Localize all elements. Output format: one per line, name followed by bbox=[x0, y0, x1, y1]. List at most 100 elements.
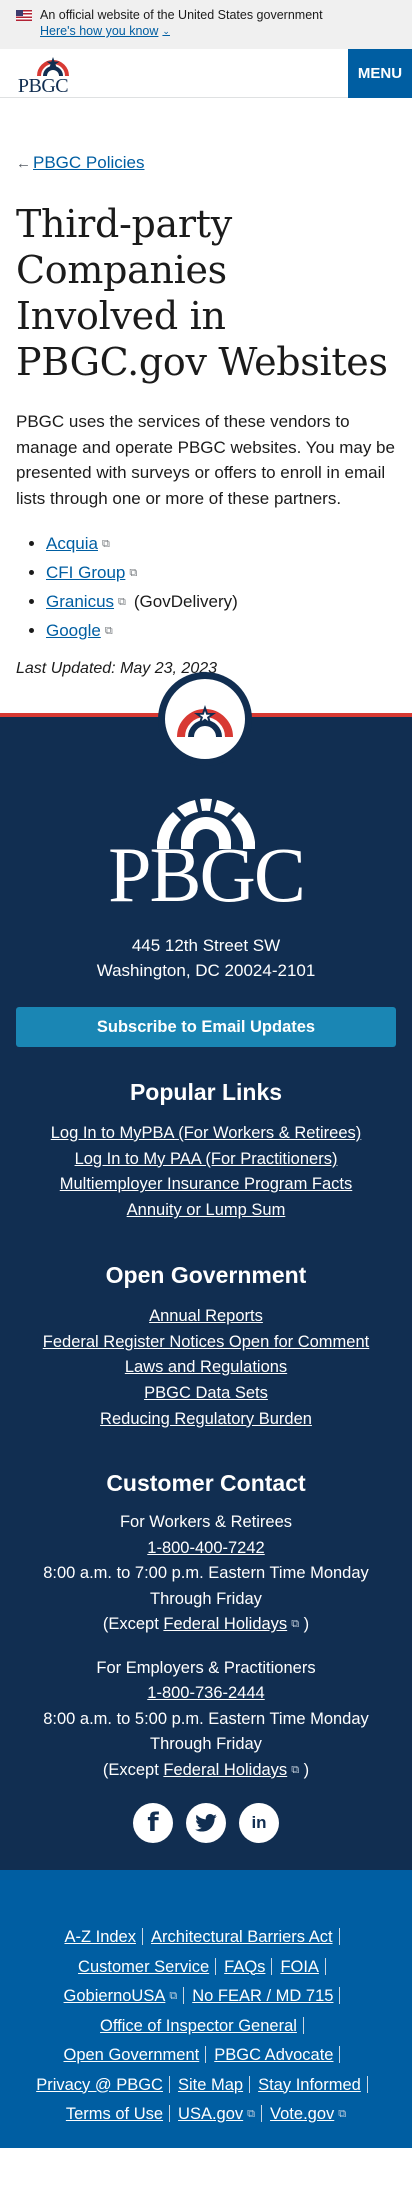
contact-hours: 8:00 a.m. to 5:00 p.m. Eastern Time Mond… bbox=[43, 1709, 369, 1754]
customer-contact-heading: Customer Contact bbox=[106, 1470, 306, 1497]
popular-link-mypaa[interactable]: Log In to My PAA (For Practitioners) bbox=[0, 1147, 412, 1173]
contact-audience: For Employers & Practitioners bbox=[96, 1658, 316, 1677]
how-you-know-label: Here's how you know bbox=[40, 24, 159, 38]
vendor-link-acquia[interactable]: Acquia bbox=[46, 534, 98, 553]
open-government-list: Annual Reports Federal Register Notices … bbox=[0, 1304, 412, 1433]
phone-link-employers[interactable]: 1-800-736-2444 bbox=[147, 1684, 264, 1702]
external-link-icon: ⧉ bbox=[129, 567, 138, 579]
pbgc-advocate-link[interactable]: PBGC Advocate bbox=[214, 2046, 333, 2064]
external-link-icon: ⧉ bbox=[169, 1990, 178, 2002]
twitter-icon[interactable] bbox=[186, 1803, 226, 1844]
open-gov-link-data-sets[interactable]: PBGC Data Sets bbox=[0, 1381, 412, 1407]
gobiernousa-link[interactable]: GobiernoUSA bbox=[64, 1987, 166, 2005]
foia-link[interactable]: FOIA bbox=[280, 1958, 319, 1976]
external-link-icon: ⧉ bbox=[247, 2108, 256, 2120]
except-suffix: ) bbox=[303, 1760, 310, 1779]
popular-links-list: Log In to MyPBA (For Workers & Retirees)… bbox=[0, 1121, 412, 1224]
external-link-icon: ⧉ bbox=[291, 1763, 300, 1776]
vendor-note: (GovDelivery) bbox=[133, 592, 238, 611]
footer-bottom-links: A-Z Index Architectural Barriers Act Cust… bbox=[0, 1870, 412, 2148]
privacy-link[interactable]: Privacy @ PBGC bbox=[36, 2076, 163, 2094]
site-header: PBGC MENU bbox=[0, 49, 412, 98]
faqs-link[interactable]: FAQs bbox=[224, 1958, 265, 1976]
customer-service-link[interactable]: Customer Service bbox=[78, 1958, 209, 1976]
popular-link-mypba[interactable]: Log In to MyPBA (For Workers & Retirees) bbox=[0, 1121, 412, 1147]
open-gov-link-federal-register[interactable]: Federal Register Notices Open for Commen… bbox=[0, 1330, 412, 1356]
list-item: CFI Group ⧉ bbox=[46, 558, 396, 587]
external-link-icon: ⧉ bbox=[291, 1618, 300, 1631]
footer-links-row: Open Government PBGC Advocate bbox=[0, 2041, 412, 2071]
architectural-barriers-link[interactable]: Architectural Barriers Act bbox=[151, 1928, 333, 1946]
except-suffix: ) bbox=[303, 1615, 310, 1634]
footer-logo-text: PBGC bbox=[108, 831, 306, 918]
menu-button[interactable]: MENU bbox=[348, 49, 412, 98]
footer-links-row: Terms of Use USA.gov ⧉ Vote.gov ⧉ bbox=[0, 2100, 412, 2130]
subscribe-email-button[interactable]: Subscribe to Email Updates bbox=[16, 1007, 396, 1047]
popular-links-heading: Popular Links bbox=[129, 1079, 283, 1105]
open-gov-link-regulatory-burden[interactable]: Reducing Regulatory Burden bbox=[0, 1407, 412, 1433]
contact-employers: For Employers & Practitioners 1-800-736-… bbox=[0, 1656, 412, 1784]
footer-links-row: Privacy @ PBGC Site Map Stay Informed bbox=[0, 2071, 412, 2101]
list-item: Acquia⧉ bbox=[46, 529, 396, 558]
footer-links-row: A-Z Index Architectural Barriers Act bbox=[0, 1923, 412, 1953]
except-prefix: (Except bbox=[102, 1760, 159, 1779]
popular-link-annuity[interactable]: Annuity or Lump Sum bbox=[0, 1198, 412, 1224]
open-gov-link-laws[interactable]: Laws and Regulations bbox=[0, 1355, 412, 1381]
external-link-icon: ⧉ bbox=[104, 625, 113, 637]
list-item: Google⧉ bbox=[46, 616, 396, 645]
us-flag-icon bbox=[16, 9, 32, 21]
popular-link-multiemployer[interactable]: Multiemployer Insurance Program Facts bbox=[0, 1172, 412, 1198]
footer-address: 445 12th Street SW Washington, DC 20024-… bbox=[0, 933, 412, 983]
vendor-link-google[interactable]: Google bbox=[46, 621, 101, 640]
site-map-link[interactable]: Site Map bbox=[178, 2076, 243, 2094]
az-index-link[interactable]: A-Z Index bbox=[64, 1928, 136, 1946]
linkedin-icon[interactable]: in bbox=[239, 1803, 279, 1844]
terms-of-use-link[interactable]: Terms of Use bbox=[66, 2105, 163, 2123]
open-gov-link-annual-reports[interactable]: Annual Reports bbox=[0, 1304, 412, 1330]
footer-logo: PBGC bbox=[0, 794, 412, 918]
chevron-down-icon: ⌄ bbox=[162, 26, 170, 36]
facebook-icon[interactable]: f bbox=[133, 1803, 173, 1844]
main-content: ← PBGC Policies Third-party Companies In… bbox=[0, 153, 412, 680]
pbgc-logo-link[interactable]: PBGC bbox=[0, 49, 90, 97]
list-item: Granicus ⧉ (GovDelivery) bbox=[46, 587, 396, 616]
contact-workers: For Workers & Retirees 1-800-400-7242 8:… bbox=[0, 1510, 412, 1638]
back-link-label: PBGC Policies bbox=[33, 153, 145, 172]
external-link-icon: ⧉ bbox=[338, 2108, 347, 2120]
gov-banner: An official website of the United States… bbox=[0, 0, 412, 49]
arrow-left-icon: ← bbox=[16, 154, 31, 172]
inspector-general-link[interactable]: Office of Inspector General bbox=[100, 2017, 297, 2035]
contact-hours: 8:00 a.m. to 7:00 p.m. Eastern Time Mond… bbox=[43, 1564, 369, 1608]
usa-gov-link[interactable]: USA.gov bbox=[178, 2105, 243, 2123]
except-prefix: (Except bbox=[102, 1615, 159, 1634]
pbgc-seal-icon bbox=[177, 705, 233, 738]
page-title: Third-party Companies Involved in PBGC.g… bbox=[16, 202, 388, 384]
footer-links-row: Customer Service FAQs FOIA bbox=[0, 1953, 412, 1983]
open-government-link[interactable]: Open Government bbox=[64, 2046, 200, 2064]
official-website-text: An official website of the United States… bbox=[40, 8, 323, 22]
pbgc-logo-text: PBGC bbox=[17, 75, 69, 97]
intro-paragraph: PBGC uses the services of these vendors … bbox=[16, 412, 395, 508]
pbgc-seal bbox=[158, 672, 252, 766]
site-footer: PBGC 445 12th Street SW Washington, DC 2… bbox=[0, 672, 412, 2148]
social-links: f in bbox=[0, 1803, 412, 1844]
vendor-list: Acquia⧉ CFI Group⧉ Granicus⧉(GovDelivery… bbox=[16, 529, 396, 645]
footer-links-row: Office of Inspector General bbox=[0, 2012, 412, 2042]
contact-audience: For Workers & Retirees bbox=[119, 1513, 293, 1532]
address-line-2: Washington, DC 20024-2101 bbox=[96, 961, 316, 980]
open-government-heading: Open Government bbox=[105, 1261, 307, 1288]
vote-gov-link[interactable]: Vote.gov bbox=[270, 2105, 334, 2123]
phone-link-workers[interactable]: 1-800-400-7242 bbox=[147, 1539, 264, 1557]
back-to-policies-link[interactable]: ← PBGC Policies bbox=[16, 153, 396, 173]
vendor-link-granicus[interactable]: Granicus bbox=[46, 592, 114, 611]
stay-informed-link[interactable]: Stay Informed bbox=[258, 2076, 361, 2094]
external-link-icon: ⧉ bbox=[118, 596, 126, 608]
footer-top: PBGC 445 12th Street SW Washington, DC 2… bbox=[0, 672, 412, 1870]
pbgc-arc-logo-icon bbox=[37, 57, 69, 77]
external-link-icon: ⧉ bbox=[101, 538, 110, 550]
vendor-link-cfi-group[interactable]: CFI Group bbox=[46, 563, 125, 582]
federal-holidays-link[interactable]: Federal Holidays bbox=[163, 1615, 287, 1633]
how-you-know-link[interactable]: Here's how you know ⌄ bbox=[40, 23, 170, 39]
federal-holidays-link[interactable]: Federal Holidays bbox=[163, 1761, 287, 1779]
no-fear-link[interactable]: No FEAR / MD 715 bbox=[192, 1987, 333, 2005]
